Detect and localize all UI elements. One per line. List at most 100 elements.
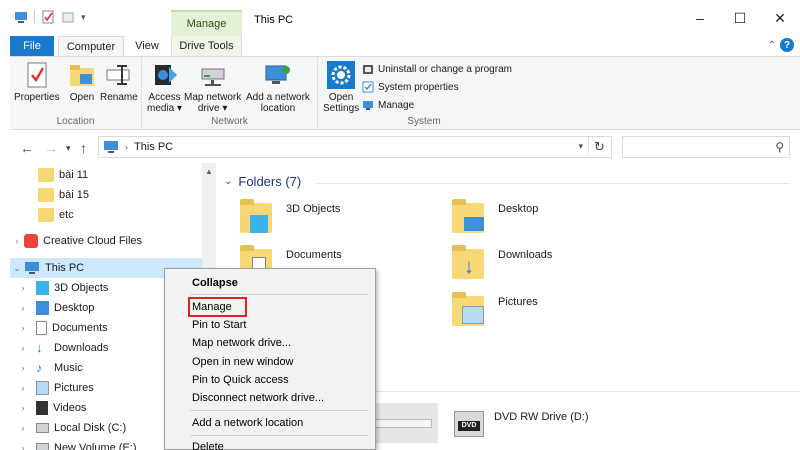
search-input[interactable]: ⚲ <box>622 136 790 158</box>
expand-chevron-icon[interactable]: › <box>10 236 24 246</box>
address-bar[interactable]: › This PC ▾ <box>98 136 612 158</box>
documents-icon <box>36 321 47 335</box>
folders-header-label: Folders (7) <box>238 174 302 189</box>
recent-locations-icon[interactable]: ▾ <box>66 143 71 154</box>
system-properties-button[interactable]: System properties <box>362 78 512 96</box>
open-settings-button[interactable]: Open Settings <box>323 60 359 114</box>
collapse-ribbon-icon[interactable]: ⌃ <box>768 40 776 51</box>
breadcrumb-this-pc[interactable]: This PC <box>134 141 173 153</box>
nav-item-etc[interactable]: etc <box>10 205 200 225</box>
network-drive-icon <box>201 68 225 86</box>
access-media-label-2: media ▾ <box>147 103 183 114</box>
3d-objects-icon <box>36 281 49 295</box>
expand-chevron-icon[interactable]: › <box>10 383 36 393</box>
rename-label: Rename <box>100 92 138 103</box>
system-group-label: System <box>407 116 441 127</box>
refresh-icon[interactable]: ↻ <box>588 137 610 157</box>
maximize-button[interactable]: ☐ <box>720 0 760 36</box>
help-icon[interactable]: ? <box>780 38 794 52</box>
dvd-drive-label: DVD RW Drive (D:) <box>494 411 589 423</box>
tab-drive-tools[interactable]: Drive Tools <box>171 36 242 56</box>
tab-computer[interactable]: Computer <box>58 36 124 56</box>
access-media-label-1: Access <box>148 92 181 103</box>
folder-icon <box>38 208 54 222</box>
minimize-button[interactable]: – <box>680 0 720 36</box>
close-button[interactable]: ✕ <box>760 0 800 36</box>
menu-item-pin-to-start[interactable]: Pin to Start <box>192 316 246 334</box>
menu-item-open-new-window[interactable]: Open in new window <box>192 353 294 371</box>
properties-check-icon[interactable] <box>41 10 55 24</box>
section-divider <box>316 183 790 184</box>
location-group-label: Location <box>56 116 95 127</box>
menu-separator <box>190 410 368 411</box>
folder-3d-objects[interactable]: 3D Objects <box>240 199 340 235</box>
forward-arrow-icon[interactable]: → <box>44 140 58 156</box>
expand-chevron-icon[interactable]: › <box>10 443 36 450</box>
nav-item-bai-11[interactable]: bài 11 <box>10 165 200 185</box>
manage-context-header: Manage <box>171 10 242 36</box>
rename-button[interactable]: Rename <box>100 60 138 103</box>
qat-dropdown-icon[interactable]: ▾ <box>81 12 86 23</box>
properties-button[interactable]: Properties <box>14 60 60 103</box>
open-button[interactable]: Open <box>67 60 97 103</box>
address-dropdown-icon[interactable]: ▾ <box>578 141 583 152</box>
expand-chevron-icon[interactable]: › <box>10 423 36 433</box>
qat-divider <box>34 10 35 24</box>
dvd-drive-item[interactable]: DVD DVD RW Drive (D:) <box>452 403 589 439</box>
scroll-up-icon[interactable]: ▲ <box>205 167 213 176</box>
nav-item-label: etc <box>59 209 74 221</box>
context-menu: Collapse Manage Pin to Start Map network… <box>164 268 376 450</box>
menu-item-add-network-location[interactable]: Add a network location <box>192 414 303 432</box>
tab-view[interactable]: View <box>128 36 166 56</box>
properties-icon <box>27 62 47 88</box>
computer-icon[interactable] <box>14 10 28 24</box>
new-folder-icon[interactable] <box>61 10 75 24</box>
nav-item-label: Pictures <box>54 382 94 394</box>
up-arrow-icon[interactable]: ↑ <box>80 140 87 156</box>
folder-name: Desktop <box>498 203 539 215</box>
nav-item-bai-15[interactable]: bài 15 <box>10 185 200 205</box>
access-media-button[interactable]: Access media ▾ <box>147 60 182 114</box>
nav-item-label: bài 15 <box>59 189 89 201</box>
expand-chevron-icon[interactable]: › <box>10 303 36 313</box>
add-network-location-button[interactable]: Add a network location <box>246 60 310 114</box>
menu-item-delete[interactable]: Delete <box>192 438 224 450</box>
3d-objects-folder-icon <box>240 199 280 235</box>
nav-item-label: Downloads <box>54 342 109 354</box>
uninstall-program-button[interactable]: Uninstall or change a program <box>362 60 512 78</box>
menu-item-manage[interactable]: Manage <box>192 298 232 316</box>
manage-ribbon-button[interactable]: Manage <box>362 96 512 114</box>
breadcrumb-separator-icon[interactable]: › <box>125 142 128 152</box>
dvd-drive-icon: DVD <box>452 403 488 439</box>
expand-chevron-icon[interactable]: › <box>10 403 36 413</box>
nav-item-creative-cloud[interactable]: › Creative Cloud Files <box>10 231 200 251</box>
videos-icon <box>36 401 48 415</box>
nav-item-label: 3D Objects <box>54 282 109 294</box>
folder-desktop[interactable]: Desktop <box>452 199 538 235</box>
expand-chevron-icon[interactable]: › <box>10 343 36 353</box>
dvd-logo-label: DVD <box>458 421 480 431</box>
map-drive-label-1: Map network <box>184 92 242 103</box>
menu-item-collapse[interactable]: Collapse <box>192 274 238 292</box>
add-location-label-1: Add a network <box>246 92 310 103</box>
section-chevron-icon[interactable]: ⌄ <box>224 176 232 187</box>
desktop-folder-icon <box>452 199 492 235</box>
tab-file[interactable]: File <box>10 36 54 56</box>
back-arrow-icon[interactable]: ← <box>20 140 34 156</box>
rename-icon <box>106 65 130 85</box>
collapse-chevron-icon[interactable]: ⌄ <box>10 263 24 274</box>
folders-section-header[interactable]: ⌄ Folders (7) <box>224 174 301 189</box>
menu-separator <box>190 435 368 436</box>
window-controls: – ☐ ✕ <box>680 0 800 36</box>
folder-downloads[interactable]: ↓ Downloads <box>452 245 552 281</box>
expand-chevron-icon[interactable]: › <box>10 283 36 293</box>
folder-pictures[interactable]: Pictures <box>452 292 538 328</box>
menu-item-disconnect-network-drive[interactable]: Disconnect network drive... <box>192 389 324 407</box>
expand-chevron-icon[interactable]: › <box>10 323 36 333</box>
menu-item-map-network-drive[interactable]: Map network drive... <box>192 334 291 352</box>
menu-item-pin-quick-access[interactable]: Pin to Quick access <box>192 371 289 389</box>
map-network-drive-button[interactable]: Map network drive ▾ <box>184 60 241 114</box>
access-media-icon <box>154 65 177 85</box>
nav-item-label: Music <box>54 362 83 374</box>
expand-chevron-icon[interactable]: › <box>10 363 36 373</box>
